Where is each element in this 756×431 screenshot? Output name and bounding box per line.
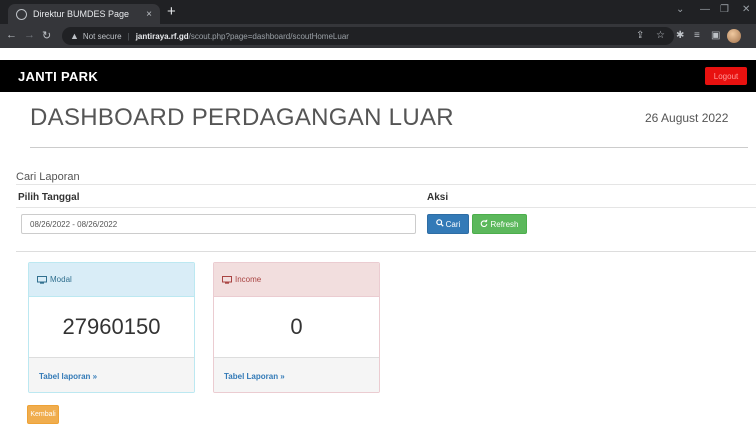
income-panel: Income 0 Tabel Laporan » (213, 262, 380, 393)
monitor-icon (222, 275, 232, 284)
panel-footer: Tabel laporan » (29, 357, 194, 392)
warning-icon: ▲ (70, 31, 79, 41)
restore-icon[interactable]: ❐ (720, 4, 729, 15)
modal-panel: Modal 27960150 Tabel laporan » (28, 262, 195, 393)
url-path: /scout.php?page=dashboard/scoutHomeLuar (188, 31, 349, 41)
search-button[interactable]: Cari (427, 214, 469, 234)
new-tab-button[interactable]: + (167, 3, 176, 21)
report-table-link[interactable]: Tabel laporan » (39, 372, 97, 381)
column-header-date: Pilih Tanggal (18, 192, 80, 203)
column-header-action: Aksi (427, 192, 449, 203)
media-icon[interactable]: ≡ (694, 30, 700, 41)
share-icon[interactable]: ⇪ (636, 30, 644, 41)
search-icon (435, 219, 444, 229)
date-range-input[interactable] (21, 214, 416, 234)
close-window-icon[interactable]: ✕ (742, 4, 750, 15)
forward-arrow-icon[interactable]: → (24, 29, 35, 41)
panel-title: Modal (50, 275, 72, 284)
chevron-down-icon[interactable]: ⌄ (676, 4, 684, 15)
brand-logo[interactable]: JANTI PARK (18, 69, 98, 84)
panel-value: 0 (290, 314, 303, 339)
panel-value: 27960150 (62, 314, 161, 339)
extensions-icon[interactable]: ✱ (676, 30, 684, 41)
profile-avatar[interactable] (727, 29, 741, 43)
globe-icon (16, 8, 27, 20)
search-heading: Cari Laporan (16, 171, 80, 183)
refresh-icon (480, 219, 488, 229)
back-arrow-icon[interactable]: ← (6, 29, 17, 41)
panel-heading: Modal (29, 263, 194, 297)
back-button[interactable]: Kembali (27, 405, 59, 424)
divider (30, 147, 748, 148)
url-host: jantiraya.rf.gd (135, 31, 189, 41)
minimize-icon[interactable]: — (700, 4, 710, 15)
panel-title: Income (235, 275, 262, 284)
browser-tab[interactable]: Direktur BUMDES Page × (8, 4, 160, 24)
divider (16, 207, 756, 208)
page-title: DASHBOARD PERDAGANGAN LUAR (30, 104, 454, 131)
refresh-button[interactable]: Refresh (472, 214, 527, 234)
url-separator: | (127, 31, 130, 41)
monitor-icon (37, 275, 47, 284)
site-navbar: JANTI PARK Logout (0, 60, 756, 92)
page-date: 26 August 2022 (645, 111, 729, 125)
tab-close-icon[interactable]: × (146, 9, 152, 20)
divider (16, 184, 756, 185)
url-field[interactable]: ▲ Not secure | jantiraya.rf.gd /scout.ph… (62, 27, 674, 45)
browser-tab-bar: Direktur BUMDES Page × + ⌄ — ❐ ✕ (0, 0, 756, 24)
star-icon[interactable]: ☆ (656, 30, 665, 41)
browser-address-bar: ← → ↻ ▲ Not secure | jantiraya.rf.gd /sc… (0, 24, 756, 48)
divider (16, 251, 756, 252)
search-button-label: Cari (445, 219, 461, 229)
not-secure-label: Not secure (82, 31, 122, 41)
refresh-button-label: Refresh (490, 219, 519, 229)
panel-footer: Tabel Laporan » (214, 357, 379, 392)
sidepanel-icon[interactable]: ▣ (711, 30, 720, 41)
reload-icon[interactable]: ↻ (42, 29, 51, 42)
logout-button[interactable]: Logout (705, 67, 747, 85)
panel-heading: Income (214, 263, 379, 297)
report-table-link[interactable]: Tabel Laporan » (224, 372, 285, 381)
tab-title: Direktur BUMDES Page (33, 9, 130, 19)
